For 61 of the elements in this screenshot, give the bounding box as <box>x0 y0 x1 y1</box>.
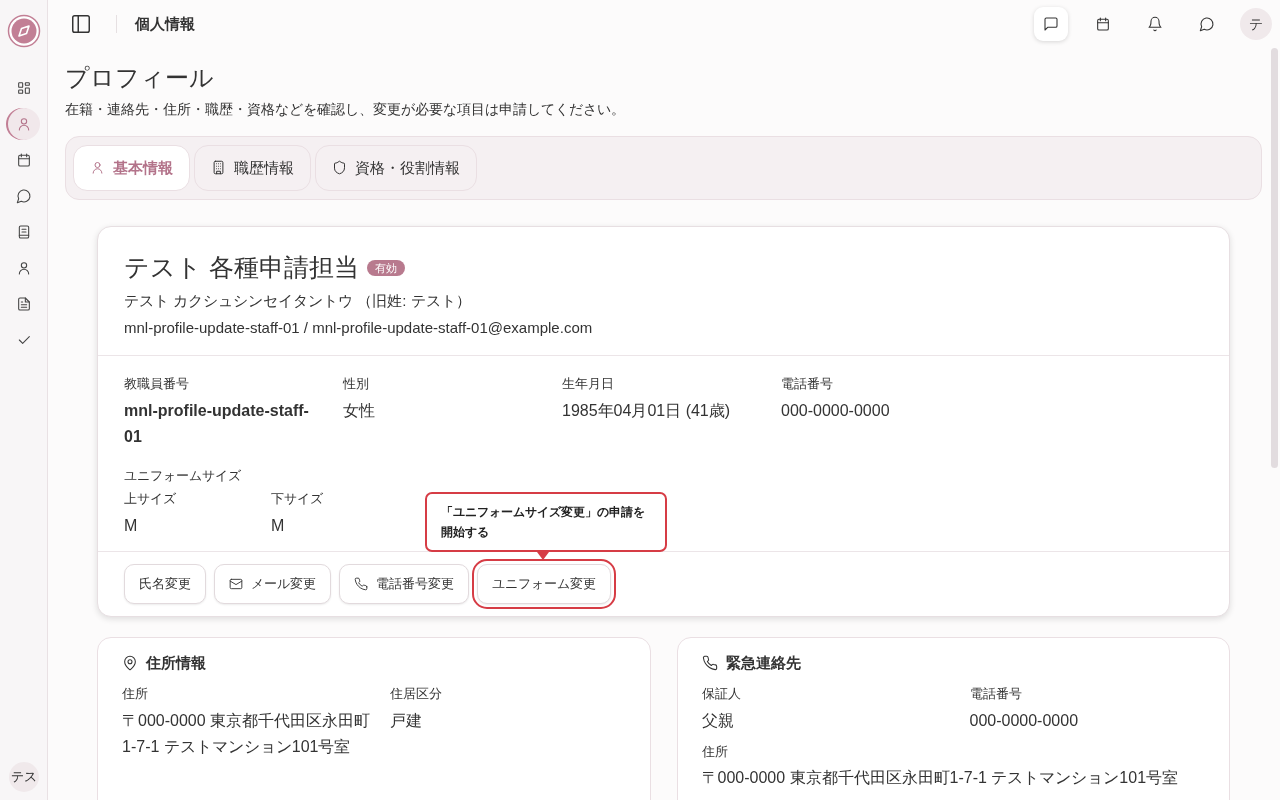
card-title: 住所情報 <box>146 652 206 673</box>
page-title: 個人情報 <box>135 13 195 34</box>
action-button[interactable]: メール変更 <box>214 563 331 604</box>
field-value: 〒000-0000 東京都千代田区永田町1-7-1 テストマンション101号室 <box>122 710 372 757</box>
field-value: 父親 <box>701 710 735 731</box>
building-icon <box>211 160 226 176</box>
field-value: 〒000-0000 東京都千代田区永田町1-7-1 テストマンション101号室 <box>701 768 1180 789</box>
speech-bubble-icon <box>1199 16 1215 32</box>
status-badge: 有効 <box>366 259 405 276</box>
name-reading: テスト カクシュシンセイタントウ （旧姓: テスト） <box>124 291 472 312</box>
field-label: 住居区分 <box>390 685 443 704</box>
calendar-icon <box>15 152 32 168</box>
heading: プロフィール <box>65 64 215 93</box>
calendar-icon <box>1095 16 1111 32</box>
message-icon <box>1043 16 1059 32</box>
field-label: 住所 <box>122 685 149 704</box>
action-button[interactable]: 電話番号変更 <box>339 563 469 604</box>
field-label: 電話番号 <box>781 375 834 394</box>
shield-icon <box>332 160 347 176</box>
mail-icon <box>229 576 243 591</box>
field-value: mnl-profile-update-staff-01 <box>124 400 310 447</box>
user-icon <box>90 160 105 176</box>
field-label: 教職員番号 <box>124 375 190 394</box>
speech-bubble-icon <box>15 188 32 204</box>
compass-logo[interactable] <box>6 14 41 48</box>
user-avatar[interactable]: テ <box>1240 8 1272 40</box>
card-title: 緊急連絡先 <box>725 652 801 673</box>
description: 在籍・連絡先・住所・職歴・資格などを確認し、変更が必要な項目は申請してください。 <box>65 99 626 119</box>
phone-icon <box>701 655 718 672</box>
sidebar-item[interactable] <box>7 108 40 140</box>
action-button[interactable]: 氏名変更 <box>124 563 206 604</box>
field-value: M <box>124 515 139 536</box>
scrollbar[interactable] <box>1271 48 1278 468</box>
person-name: テスト 各種申請担当 <box>124 252 359 281</box>
tab[interactable]: 資格・役割情報 <box>315 144 477 191</box>
tab[interactable]: 職歴情報 <box>194 144 311 191</box>
user-avatar[interactable]: テス <box>8 762 39 792</box>
field-label: 性別 <box>343 375 370 394</box>
grid-icon <box>15 80 32 96</box>
field-value: 1985年04月01日 (41歳) <box>562 400 732 421</box>
account-text: mnl-profile-update-staff-01 / mnl-profile-update-staff-01@example.com <box>124 317 594 338</box>
field-label: 上サイズ <box>124 490 177 509</box>
field-label: 電話番号 <box>969 685 1023 704</box>
location-pin-icon <box>122 655 138 672</box>
tab[interactable]: 基本情報 <box>73 144 190 191</box>
field-label: 住所 <box>701 742 729 761</box>
tooltip-pointer <box>537 551 549 560</box>
field-label: 下サイズ <box>271 490 324 509</box>
section-label: ユニフォームサイズ <box>124 466 242 485</box>
document-icon <box>15 296 32 312</box>
phone-icon <box>354 576 368 591</box>
field-label: 保証人 <box>701 685 742 704</box>
field-value: 女性 <box>343 400 376 421</box>
bell-icon <box>1147 16 1163 32</box>
field-value: 戸建 <box>390 710 423 731</box>
field-value: 000-0000-0000 <box>781 400 891 421</box>
field-label: 生年月日 <box>562 375 615 394</box>
field-value: 000-0000-0000 <box>969 710 1080 731</box>
sidebar-panel-icon <box>70 13 92 35</box>
tooltip: 「ユニフォームサイズ変更」の申請を開始する <box>425 491 667 552</box>
field-value: M <box>271 515 286 536</box>
